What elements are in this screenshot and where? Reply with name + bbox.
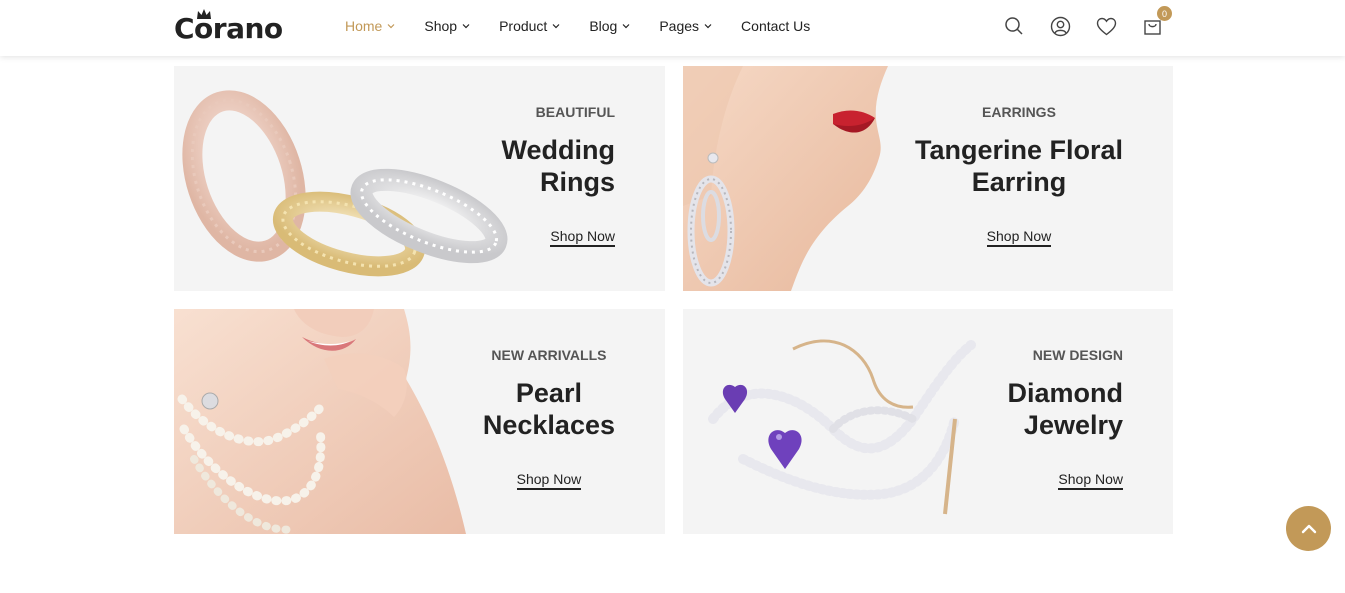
banner-subtitle: NEW ARRIVALLS <box>491 347 607 363</box>
logo[interactable]: Corano <box>174 9 283 46</box>
main-nav: Home Shop Product Blog Pages Contact Us <box>345 0 839 52</box>
banner-tangerine-earring[interactable]: EARRINGS Tangerine Floral Earring Shop N… <box>683 66 1173 291</box>
shop-now-link[interactable]: Shop Now <box>1058 471 1123 490</box>
nav-item-pages[interactable]: Pages <box>659 18 712 34</box>
nav-item-blog[interactable]: Blog <box>589 18 630 34</box>
diamond-shoe-brooch-image <box>708 339 976 515</box>
banner-diamond-jewelry[interactable]: NEW DESIGN Diamond Jewelry Shop Now <box>683 309 1173 534</box>
heart-icon <box>1096 17 1116 35</box>
nav-item-contact[interactable]: Contact Us <box>741 18 810 34</box>
scroll-to-top-button[interactable] <box>1286 506 1331 551</box>
chevron-down-icon <box>622 24 630 29</box>
shop-now-link[interactable]: Shop Now <box>550 228 615 247</box>
wishlist-button[interactable] <box>1094 14 1118 38</box>
chevron-down-icon <box>552 24 560 29</box>
banner-title: Tangerine Floral Earring <box>915 134 1123 198</box>
user-icon <box>1050 16 1070 36</box>
banner-title: Pearl Necklaces <box>483 377 615 441</box>
chevron-down-icon <box>704 24 712 29</box>
account-button[interactable] <box>1048 14 1072 38</box>
shop-now-link[interactable]: Shop Now <box>516 471 582 490</box>
nav-item-product[interactable]: Product <box>499 18 560 34</box>
banner-pearl-necklaces[interactable]: NEW ARRIVALLS Pearl Necklaces Shop Now <box>174 309 665 534</box>
shop-now-link[interactable]: Shop Now <box>986 228 1052 247</box>
nav-item-shop[interactable]: Shop <box>424 18 470 34</box>
banner-title-line: Diamond <box>1007 378 1123 408</box>
nav-item-label: Pages <box>659 18 700 34</box>
banner-text: EARRINGS Tangerine Floral Earring Shop N… <box>915 104 1123 247</box>
banner-title-line: Wedding <box>501 135 615 165</box>
cart-count-badge: 0 <box>1157 6 1172 21</box>
cart-button[interactable]: 0 <box>1140 6 1172 38</box>
nav-item-label: Shop <box>424 18 458 34</box>
banner-text: NEW DESIGN Diamond Jewelry Shop Now <box>1007 347 1123 490</box>
necklace-model-image <box>174 309 466 534</box>
banner-subtitle: BEAUTIFUL <box>535 104 615 120</box>
banner-title-line: Rings <box>539 167 615 197</box>
banner-title: Diamond Jewelry <box>1007 377 1123 441</box>
banner-title-line: Pearl <box>515 378 582 408</box>
rings-image <box>182 90 508 277</box>
banner-title-line: Jewelry <box>1023 410 1123 440</box>
earring-model-image <box>683 66 888 291</box>
banner-subtitle: EARRINGS <box>982 104 1056 120</box>
nav-item-label: Product <box>499 18 548 34</box>
banner-title-line: Necklaces <box>482 410 615 440</box>
logo-text: Corano <box>174 12 283 45</box>
search-icon <box>1005 17 1023 35</box>
search-button[interactable] <box>1002 14 1026 38</box>
banner-title: Wedding Rings <box>502 134 615 198</box>
nav-item-label: Home <box>345 18 383 34</box>
nav-item-label: Blog <box>589 18 618 34</box>
banner-text: BEAUTIFUL Wedding Rings Shop Now <box>502 104 615 247</box>
chevron-up-icon <box>1301 524 1316 533</box>
banner-subtitle: NEW DESIGN <box>1032 347 1123 363</box>
chevron-down-icon <box>387 24 395 29</box>
banner-title-line: Tangerine Floral <box>914 135 1123 165</box>
banner-title-line: Earring <box>971 167 1067 197</box>
crown-icon <box>197 9 211 19</box>
header-actions: 0 <box>1002 6 1186 38</box>
nav-item-home[interactable]: Home <box>345 18 395 34</box>
banner-text: NEW ARRIVALLS Pearl Necklaces Shop Now <box>483 347 615 490</box>
chevron-down-icon <box>462 24 470 29</box>
site-header: Corano Home Shop Product Blog Pages Cont… <box>0 0 1345 56</box>
cart-icon <box>1143 19 1161 35</box>
banner-wedding-rings[interactable]: BEAUTIFUL Wedding Rings Shop Now <box>174 66 665 291</box>
nav-item-label: Contact Us <box>741 18 811 34</box>
